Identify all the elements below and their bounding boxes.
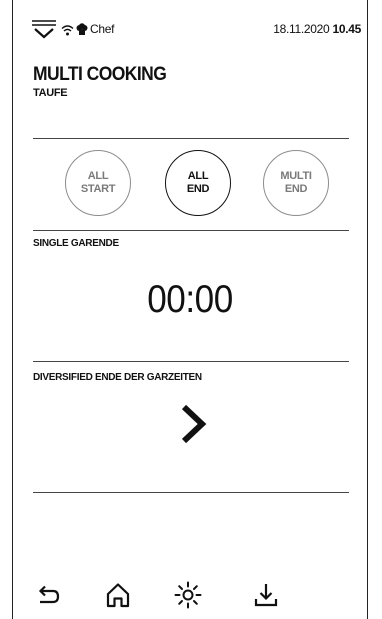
time-text: 10.45 [332,22,361,36]
download-icon[interactable] [251,580,281,610]
user-name: Chef [90,22,115,36]
button-line1: MULTI [280,170,312,182]
timer-value[interactable]: 00:00 [31,278,350,322]
status-bar: Chef 18.11.2020 10.45 [13,0,367,46]
single-end-label: SINGLE GARENDE [33,238,119,249]
diversified-end-label: DIVERSIFIED ENDE DER GARZEITEN [33,372,202,383]
divider [33,138,349,139]
multi-end-button[interactable]: MULTI END [263,150,329,216]
button-line2: END [186,183,210,195]
page-subtitle: TAUFE [33,87,68,99]
date-time: 18.11.2020 10.45 [273,22,361,36]
chef-hat-icon [76,23,88,35]
device-screen: Chef 18.11.2020 10.45 MULTI COOKING TAUF… [12,0,368,619]
all-end-button[interactable]: ALL END [165,150,231,216]
light-icon[interactable] [173,580,203,610]
divider [33,361,349,362]
all-start-button[interactable]: ALL START [65,150,131,216]
divider [33,230,349,231]
chevron-right-icon[interactable] [175,403,211,445]
wifi-icon [61,25,74,36]
date-text: 18.11.2020 [273,22,330,36]
home-icon[interactable] [103,580,133,610]
divider [33,492,349,493]
button-line2: END [284,183,308,195]
button-line1: ALL [187,170,209,182]
menu-icon[interactable] [31,18,57,44]
bottom-nav [13,580,367,614]
page-title: MULTI COOKING [33,64,167,85]
button-line1: ALL [87,170,109,182]
button-line2: START [80,183,116,195]
back-icon[interactable] [33,580,63,610]
